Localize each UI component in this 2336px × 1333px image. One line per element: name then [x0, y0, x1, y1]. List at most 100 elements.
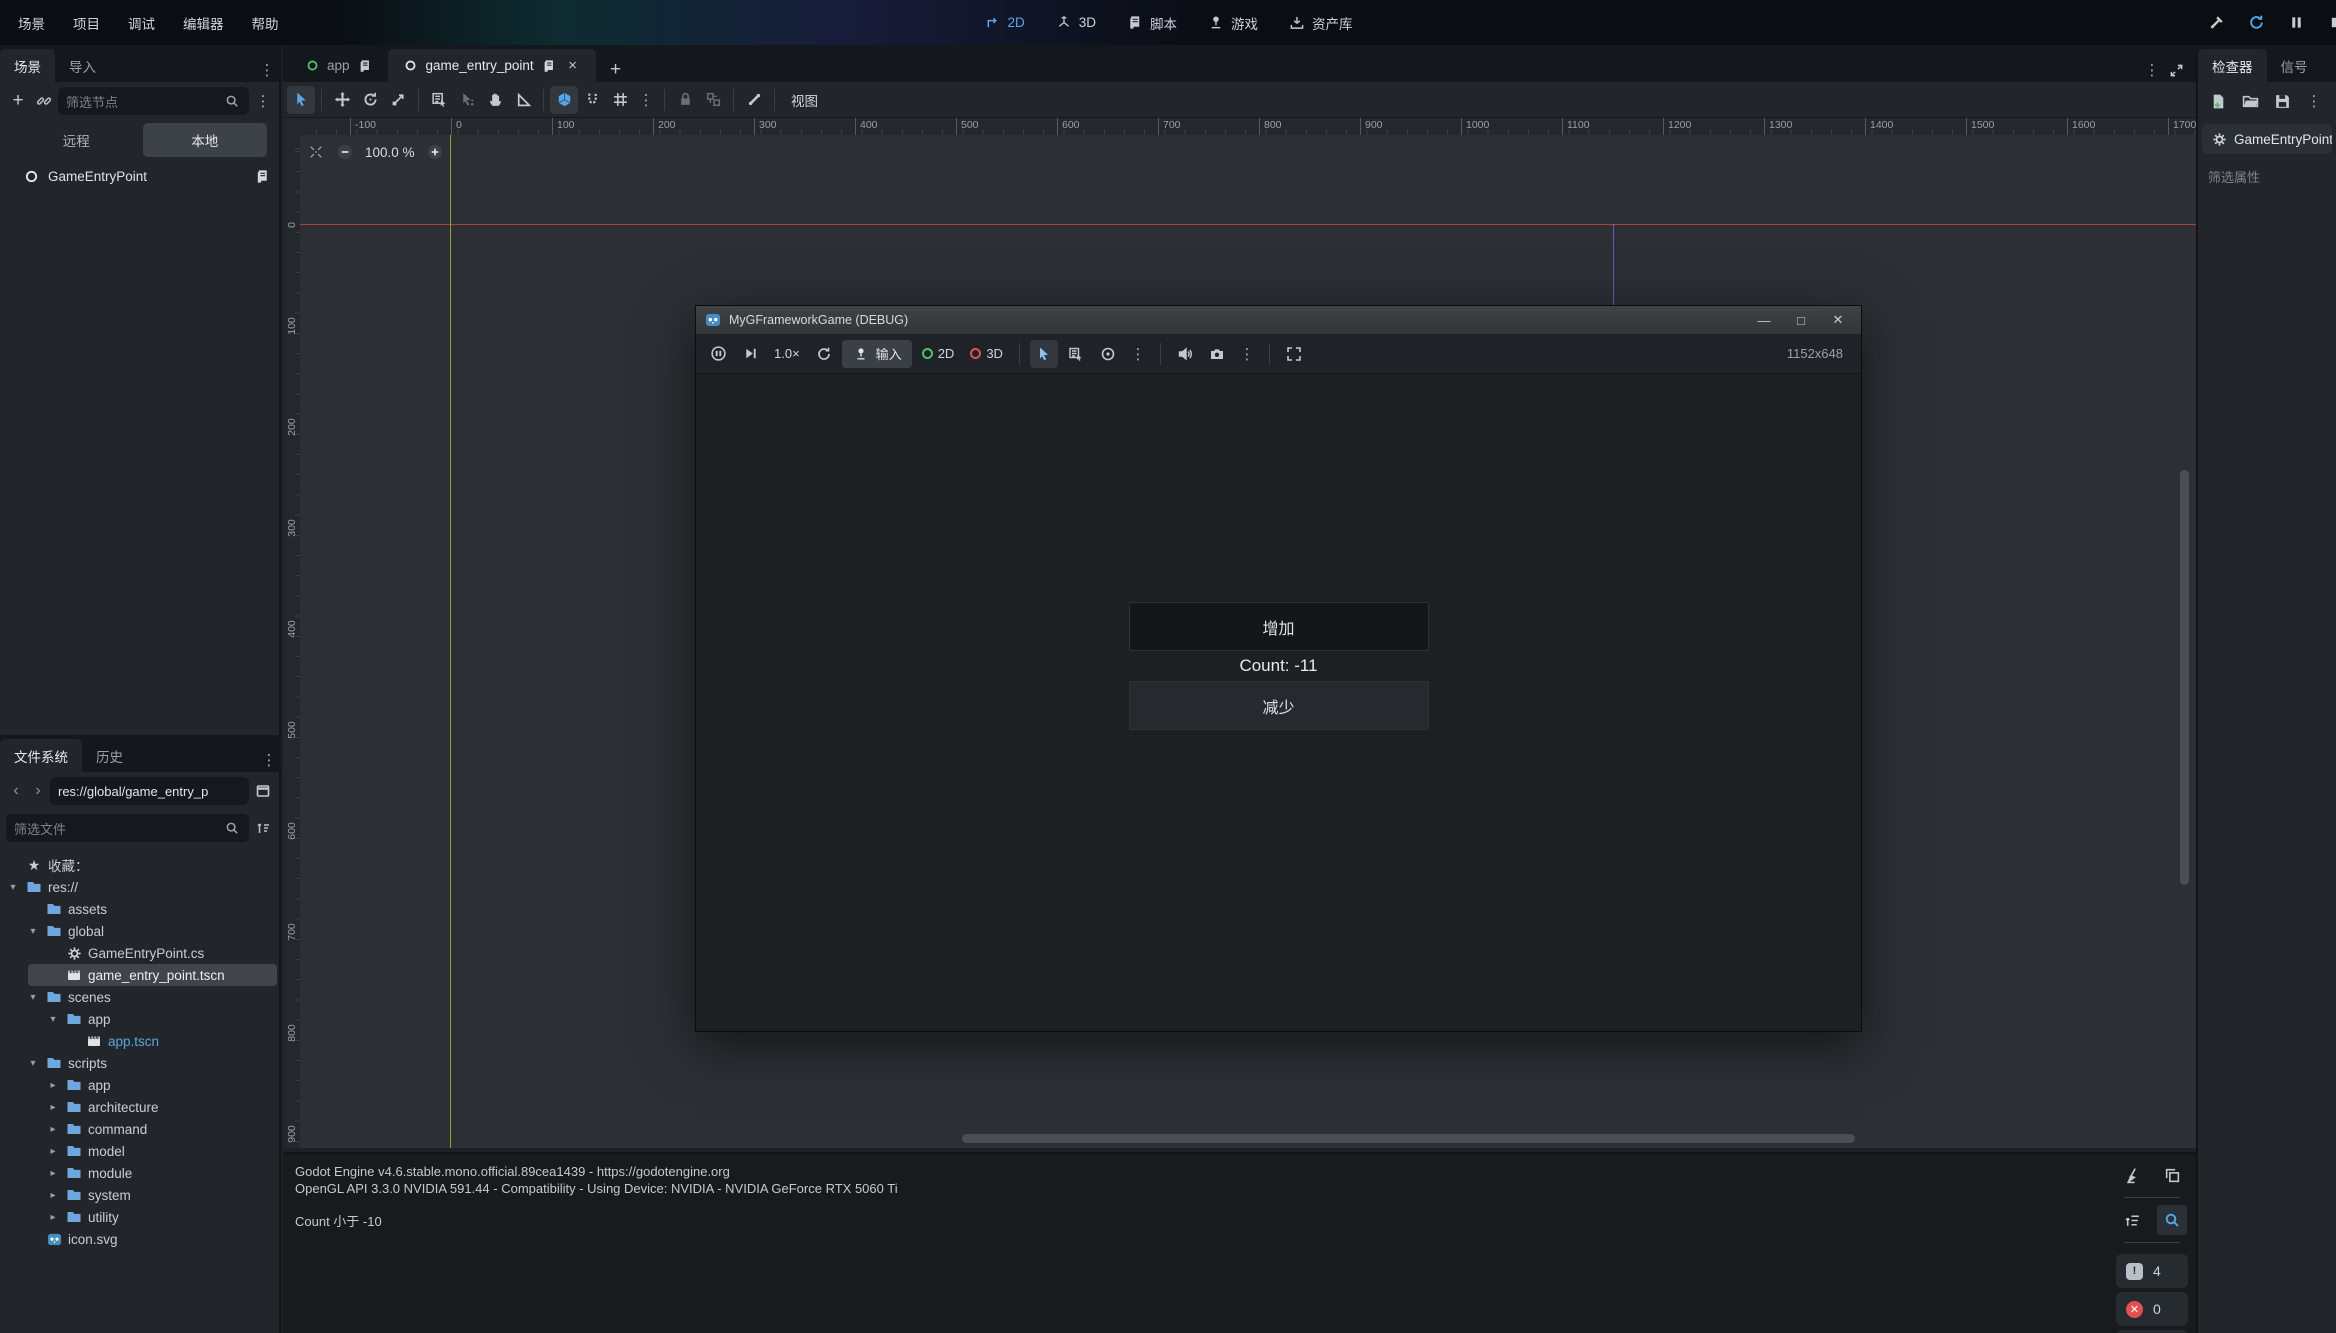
zoom-percentage[interactable]: 100.0 % — [365, 145, 415, 160]
instance-scene-link-icon[interactable] — [32, 89, 56, 113]
workspace-script[interactable]: 脚本 — [1116, 8, 1187, 38]
close-tab-icon[interactable]: × — [564, 57, 582, 75]
folder-res[interactable]: ▾ res:// — [0, 876, 281, 898]
inspector-menu-icon[interactable]: ⋮ — [2302, 89, 2326, 113]
back-icon[interactable]: ‹ — [6, 779, 26, 803]
local-button[interactable]: 本地 — [143, 123, 268, 157]
sort-files-icon[interactable] — [251, 816, 275, 840]
restart-icon[interactable] — [2244, 11, 2268, 35]
collapse-tree-icon[interactable] — [2117, 1205, 2147, 1235]
stop-icon[interactable] — [2324, 11, 2336, 35]
folder-command[interactable]: ▸ command — [0, 1118, 281, 1140]
camera-options-icon[interactable] — [1203, 340, 1231, 368]
inspector-node-header[interactable]: GameEntryPoint. — [2202, 124, 2332, 154]
collapse-arrow-icon[interactable]: ▾ — [26, 926, 40, 937]
script-icon[interactable] — [540, 57, 558, 75]
folder-scenes[interactable]: ▾ scenes — [0, 986, 281, 1008]
file-icon-svg[interactable]: ▸ icon.svg — [0, 1228, 281, 1250]
rotate-tool[interactable] — [356, 86, 384, 114]
embed-2d-toggle[interactable]: 2D — [916, 346, 961, 361]
file-game-entry-point-tscn[interactable]: ▸ game_entry_point.tscn — [28, 964, 277, 986]
attached-script-icon[interactable] — [253, 167, 271, 185]
tab-filesystem[interactable]: 文件系统 — [0, 739, 82, 772]
menu-item[interactable]: 调试 — [116, 8, 167, 38]
scale-tool[interactable] — [384, 86, 412, 114]
embed-3d-toggle[interactable]: 3D — [964, 346, 1009, 361]
time-scale-button[interactable]: 1.0× — [768, 346, 806, 361]
script-icon[interactable] — [356, 57, 374, 75]
folder-model[interactable]: ▸ model — [0, 1140, 281, 1162]
scene-tree-menu-icon[interactable]: ⋮ — [251, 89, 275, 113]
expand-editor-icon[interactable] — [2164, 58, 2188, 82]
camera-override-icon[interactable] — [1094, 340, 1122, 368]
collapse-arrow-icon[interactable]: ▾ — [26, 992, 40, 1003]
move-pivot-tool[interactable] — [453, 86, 481, 114]
tab-import[interactable]: 导入 — [55, 49, 110, 82]
workspace-game[interactable]: 游戏 — [1197, 8, 1268, 38]
smart-snap-toggle[interactable] — [550, 86, 578, 114]
folder-scripts[interactable]: ▾ scripts — [0, 1052, 281, 1074]
expand-arrow-icon[interactable]: ▸ — [46, 1102, 60, 1113]
expand-arrow-icon[interactable]: ▸ — [46, 1190, 60, 1201]
expand-arrow-icon[interactable]: ▸ — [46, 1212, 60, 1223]
minimize-icon[interactable]: — — [1749, 309, 1779, 331]
group-selected-tool[interactable] — [699, 86, 727, 114]
file-app-tscn[interactable]: ▸ app.tscn — [0, 1030, 281, 1052]
center-view-icon[interactable] — [307, 143, 325, 161]
canvas-viewport[interactable]: -100010020030040050060070080090010001100… — [283, 118, 2196, 1148]
skeleton-bone-tool[interactable] — [740, 86, 768, 114]
expand-arrow-icon[interactable]: ▸ — [46, 1080, 60, 1091]
folder-module[interactable]: ▸ module — [0, 1162, 281, 1184]
next-frame-icon[interactable] — [736, 340, 764, 368]
folder-utility[interactable]: ▸ utility — [0, 1206, 281, 1228]
suspend-game-icon[interactable] — [704, 340, 732, 368]
close-icon[interactable]: ✕ — [1823, 309, 1853, 331]
lock-selected-tool[interactable] — [671, 86, 699, 114]
filter-files-input[interactable]: 筛选文件 — [6, 814, 249, 842]
build-hammer-icon[interactable] — [2204, 11, 2228, 35]
scene-tab-game-entry-point[interactable]: game_entry_point × — [388, 49, 596, 82]
runtime-list-select-tool[interactable] — [1062, 340, 1090, 368]
pan-tool[interactable] — [481, 86, 509, 114]
tab-scene[interactable]: 场景 — [0, 49, 55, 82]
search-output-icon[interactable] — [2157, 1205, 2187, 1235]
zoom-in-icon[interactable] — [423, 140, 447, 164]
scene-dock-menu-icon[interactable]: ⋮ — [255, 58, 279, 82]
menu-item[interactable]: 编辑器 — [171, 8, 236, 38]
expand-arrow-icon[interactable]: ▸ — [46, 1124, 60, 1135]
folder-system[interactable]: ▸ system — [0, 1184, 281, 1206]
tab-signals[interactable]: 信号 — [2267, 49, 2322, 82]
list-select-tool[interactable] — [425, 86, 453, 114]
input-mode-toggle[interactable]: 输入 — [842, 340, 912, 368]
tab-history[interactable]: 历史 — [82, 739, 137, 772]
errors-filter-badge[interactable]: ✕ 0 — [2116, 1292, 2188, 1326]
copy-output-icon[interactable] — [2157, 1160, 2187, 1190]
fullscreen-icon[interactable] — [1280, 340, 1308, 368]
horizontal-scrollbar[interactable] — [962, 1134, 1855, 1143]
add-node-icon[interactable]: + — [6, 89, 30, 113]
runtime-select-tool[interactable] — [1030, 340, 1058, 368]
pause-icon[interactable] — [2284, 11, 2308, 35]
restart-game-icon[interactable] — [810, 340, 838, 368]
audio-mute-icon[interactable] — [1171, 340, 1199, 368]
collapse-arrow-icon[interactable]: ▾ — [46, 1014, 60, 1025]
collapse-arrow-icon[interactable]: ▾ — [6, 882, 20, 893]
filter-properties-input[interactable]: 筛选属性 — [2202, 162, 2332, 190]
grid-snap-magnet-toggle[interactable] — [578, 86, 606, 114]
folder-global[interactable]: ▾ global — [0, 920, 281, 942]
file-gameentrypoint-cs[interactable]: ▸ GameEntryPoint.cs — [0, 942, 281, 964]
folder-architecture[interactable]: ▸ architecture — [0, 1096, 281, 1118]
scene-tab-list-icon[interactable]: ⋮ — [2140, 58, 2164, 82]
expand-arrow-icon[interactable]: ▸ — [46, 1168, 60, 1179]
scene-tab-app[interactable]: app — [289, 49, 388, 82]
decrease-button[interactable]: 减少 — [1129, 681, 1429, 730]
move-tool[interactable] — [328, 86, 356, 114]
filesystem-dock-menu-icon[interactable]: ⋮ — [257, 748, 281, 772]
snap-options-menu-icon[interactable]: ⋮ — [634, 88, 658, 112]
expand-arrow-icon[interactable]: ▸ — [46, 1146, 60, 1157]
folder-assets[interactable]: ▸ assets — [0, 898, 281, 920]
tab-inspector[interactable]: 检查器 — [2198, 49, 2267, 82]
maximize-icon[interactable]: □ — [1786, 309, 1816, 331]
messages-filter-badge[interactable]: ! 4 — [2116, 1254, 2188, 1288]
clear-output-icon[interactable] — [2117, 1160, 2147, 1190]
